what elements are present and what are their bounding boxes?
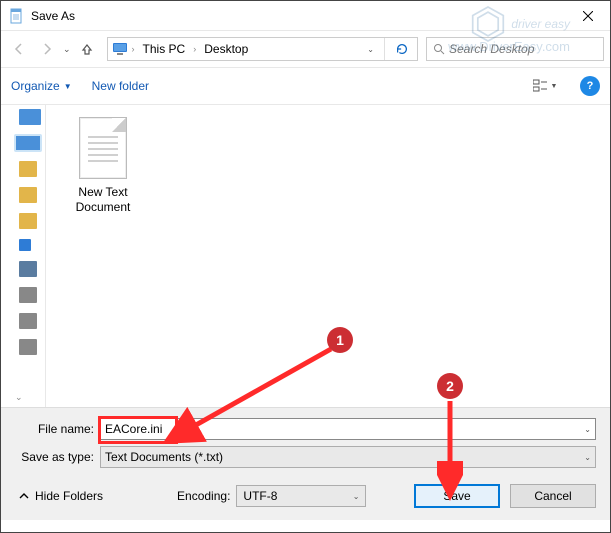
cancel-button[interactable]: Cancel: [510, 484, 596, 508]
address-bar[interactable]: › This PC › Desktop ⌄: [107, 37, 418, 61]
callout-2: 2: [437, 373, 463, 399]
toolbar: Organize ▼ New folder ▼ ?: [1, 67, 610, 105]
file-item[interactable]: New Text Document: [58, 117, 148, 215]
filename-input[interactable]: EACore.ini ⌄: [100, 418, 596, 440]
nav-up-button[interactable]: [75, 37, 99, 61]
text-file-icon: [79, 117, 127, 179]
chevron-down-icon: ⌄: [578, 453, 591, 462]
tree-item[interactable]: [19, 339, 37, 355]
save-button[interactable]: Save: [414, 484, 500, 508]
nav-forward-button[interactable]: [35, 37, 59, 61]
file-list[interactable]: New Text Document: [46, 105, 610, 407]
divider: [384, 38, 385, 60]
tree-item[interactable]: [19, 213, 37, 229]
address-dropdown[interactable]: ⌄: [363, 45, 378, 54]
savetype-dropdown[interactable]: Text Documents (*.txt) ⌄: [100, 446, 596, 468]
view-options-button[interactable]: ▼: [530, 74, 560, 98]
savetype-label: Save as type:: [15, 450, 100, 464]
callout-1: 1: [327, 327, 353, 353]
tree-item-selected[interactable]: [15, 135, 41, 151]
nav-history-dropdown[interactable]: ⌄: [63, 44, 71, 55]
search-icon: [433, 43, 445, 55]
new-folder-button[interactable]: New folder: [92, 79, 149, 93]
pc-icon: [112, 41, 128, 57]
window-title: Save As: [31, 9, 565, 23]
help-button[interactable]: ?: [580, 76, 600, 96]
chevron-right-icon: ›: [132, 44, 135, 54]
chevron-up-icon: [19, 491, 29, 501]
encoding-dropdown[interactable]: UTF-8 ⌄: [236, 485, 366, 507]
hide-folders-button[interactable]: Hide Folders: [15, 487, 107, 505]
nav-back-button[interactable]: [7, 37, 31, 61]
tree-item[interactable]: [19, 187, 37, 203]
search-placeholder: Search Desktop: [449, 42, 534, 56]
close-icon: [583, 11, 593, 21]
tree-item[interactable]: [19, 239, 31, 251]
file-label: New Text Document: [58, 185, 148, 215]
breadcrumb-desktop[interactable]: Desktop: [200, 40, 252, 58]
chevron-down-icon: ▼: [551, 83, 558, 90]
content-area: ⌄ New Text Document: [1, 105, 610, 407]
refresh-button[interactable]: [391, 42, 413, 56]
titlebar: Save As: [1, 1, 610, 31]
nav-tree[interactable]: ⌄: [1, 105, 46, 407]
tree-item[interactable]: [19, 313, 37, 329]
breadcrumb-this-pc[interactable]: This PC: [139, 40, 190, 58]
tree-item[interactable]: [19, 161, 37, 177]
save-form: File name: EACore.ini ⌄ Save as type: Te…: [1, 407, 610, 520]
close-button[interactable]: [565, 1, 610, 31]
tree-expand-icon[interactable]: ⌄: [15, 392, 23, 403]
tree-item[interactable]: [19, 261, 37, 277]
navbar: ⌄ › This PC › Desktop ⌄ Search Desktop: [1, 31, 610, 67]
search-input[interactable]: Search Desktop: [426, 37, 604, 61]
notepad-icon: [9, 8, 25, 24]
chevron-right-icon: ›: [193, 44, 196, 54]
chevron-down-icon: ⌄: [353, 492, 360, 501]
organize-menu[interactable]: Organize ▼: [11, 79, 72, 93]
encoding-label: Encoding:: [177, 489, 230, 503]
tree-item[interactable]: [19, 287, 37, 303]
tree-item[interactable]: [19, 109, 41, 125]
chevron-down-icon[interactable]: ⌄: [578, 425, 591, 434]
chevron-down-icon: ▼: [64, 82, 72, 91]
filename-label: File name:: [15, 422, 100, 436]
